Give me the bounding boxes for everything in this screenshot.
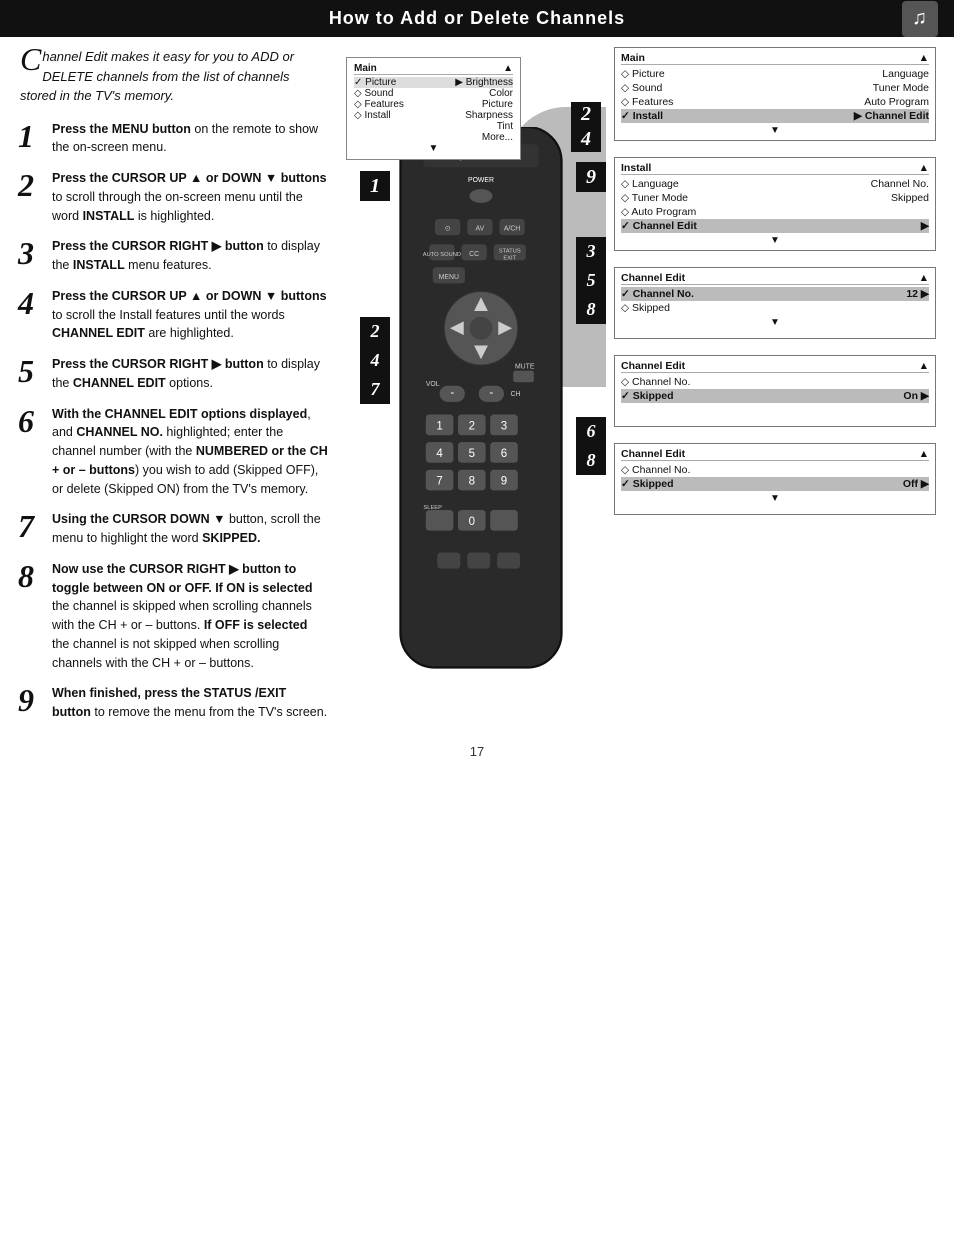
header-icon: ♫ — [902, 1, 938, 37]
menu-header-3: Install▲ — [621, 162, 929, 175]
svg-text:⊙: ⊙ — [445, 226, 451, 233]
svg-text:7: 7 — [436, 476, 442, 488]
step-number-2: 2 — [18, 169, 46, 201]
svg-text:-: - — [489, 387, 493, 399]
menu-header-6: Channel Edit▲ — [621, 448, 929, 461]
step-number-4: 4 — [18, 287, 46, 319]
step-text-6: With the CHANNEL EDIT options displayed,… — [52, 405, 328, 499]
svg-text:STATUS: STATUS — [499, 248, 521, 254]
svg-text:SLEEP: SLEEP — [423, 505, 442, 511]
menu-screen-3: Install▲ ◇ LanguageChannel No. ◇ Tuner M… — [614, 157, 936, 251]
svg-text:6: 6 — [501, 448, 507, 460]
svg-text:1: 1 — [436, 420, 442, 432]
badge-68: 6 8 — [576, 417, 606, 475]
step-text-2: Press the CURSOR UP ▲ or DOWN ▼ buttons … — [52, 169, 328, 225]
header-title: How to Add or Delete Channels — [329, 8, 625, 29]
step-number-1: 1 — [18, 120, 46, 152]
step-number-3: 3 — [18, 237, 46, 269]
menu-screen-5: Channel Edit▲ ◇ Channel No. ✓ SkippedOn … — [614, 355, 936, 427]
svg-text:-: - — [450, 387, 454, 399]
svg-text:AUTO SOUND: AUTO SOUND — [423, 252, 461, 258]
badge-1: 1 — [360, 171, 390, 201]
step-text-7: Using the CURSOR DOWN ▼ but­ton, scroll … — [52, 510, 328, 548]
menu-screen-2: Main▲ ◇ PictureLanguage ◇ SoundTuner Mod… — [614, 47, 936, 141]
svg-text:A/CH: A/CH — [504, 226, 520, 233]
step-number-9: 9 — [18, 684, 46, 716]
step-1: 1 Press the MENU button on the remote to… — [18, 120, 328, 158]
drop-cap: C — [20, 47, 41, 73]
svg-text:CH: CH — [511, 391, 521, 398]
badge-8b: 8 — [587, 450, 596, 471]
svg-text:4: 4 — [436, 448, 443, 460]
badge-4b: 4 — [371, 350, 380, 371]
step-text-1: Press the MENU button on the remote to s… — [52, 120, 328, 158]
step-3: 3 Press the CURSOR RIGHT ▶ but­ton to di… — [18, 237, 328, 275]
badge-5: 5 — [587, 270, 596, 291]
step-number-6: 6 — [18, 405, 46, 437]
svg-text:3: 3 — [501, 420, 507, 432]
intro-paragraph: C hannel Edit makes it easy for you to A… — [18, 47, 328, 106]
badge-3: 3 — [587, 241, 596, 262]
step-text-5: Press the CURSOR RIGHT ▶ but­ton to disp… — [52, 355, 328, 393]
step-text-3: Press the CURSOR RIGHT ▶ but­ton to disp… — [52, 237, 328, 275]
badge-8: 8 — [587, 299, 596, 320]
step-number-7: 7 — [18, 510, 46, 542]
page-footer: 17 — [0, 734, 954, 769]
menu-header-2: Main▲ — [621, 52, 929, 65]
svg-text:MENU: MENU — [439, 274, 459, 281]
badge-4: 4 — [581, 128, 591, 151]
badge-7: 7 — [371, 379, 380, 400]
step-number-5: 5 — [18, 355, 46, 387]
badge-24: 2 4 — [571, 102, 601, 152]
remote-illustration-area: Main▲ ✓ Picture▶ Brightness ◇ SoundColor… — [336, 47, 606, 734]
intro-text: hannel Edit makes it easy for you to ADD… — [20, 49, 294, 103]
svg-text:0: 0 — [469, 516, 475, 528]
svg-text:EXIT: EXIT — [503, 255, 516, 261]
menu-screen-6: Channel Edit▲ ◇ Channel No. ✓ SkippedOff… — [614, 443, 936, 515]
menu-screen-4: Channel Edit▲ ✓ Channel No.12 ▶ ◇ Skippe… — [614, 267, 936, 339]
menu-header-5: Channel Edit▲ — [621, 360, 929, 373]
steps-list: 1 Press the MENU button on the remote to… — [18, 120, 328, 722]
badge-6: 6 — [587, 421, 596, 442]
svg-text:9: 9 — [501, 476, 507, 488]
step-8: 8 Now use the CURSOR RIGHT ▶ button to t… — [18, 560, 328, 673]
svg-text:5: 5 — [469, 448, 475, 460]
badge-2b: 2 — [371, 321, 380, 342]
step-9: 9 When finished, press the STATUS /EXIT … — [18, 684, 328, 722]
svg-text:CC: CC — [469, 251, 479, 258]
step-text-8: Now use the CURSOR RIGHT ▶ button to tog… — [52, 560, 328, 673]
step-4: 4 Press the CURSOR UP ▲ or DOWN ▼ button… — [18, 287, 328, 343]
svg-text:VOL: VOL — [426, 381, 440, 388]
left-column: C hannel Edit makes it easy for you to A… — [18, 47, 328, 734]
svg-text:POWER: POWER — [468, 177, 494, 184]
step-7: 7 Using the CURSOR DOWN ▼ but­ton, scrol… — [18, 510, 328, 548]
svg-text:AV: AV — [476, 226, 485, 233]
step-5: 5 Press the CURSOR RIGHT ▶ but­ton to di… — [18, 355, 328, 393]
menu-header-4: Channel Edit▲ — [621, 272, 929, 285]
badge-358: 3 5 8 — [576, 237, 606, 324]
step-text-4: Press the CURSOR UP ▲ or DOWN ▼ buttons … — [52, 287, 328, 343]
step-number-8: 8 — [18, 560, 46, 592]
svg-text:8: 8 — [469, 476, 475, 488]
step-2: 2 Press the CURSOR UP ▲ or DOWN ▼ button… — [18, 169, 328, 225]
badge-2: 2 — [581, 103, 591, 126]
svg-text:2: 2 — [469, 420, 475, 432]
step-text-9: When finished, press the STATUS /EXIT bu… — [52, 684, 328, 722]
badge-9: 9 — [576, 162, 606, 192]
menu-screens-column: Main▲ ◇ PictureLanguage ◇ SoundTuner Mod… — [614, 47, 936, 734]
page-header: How to Add or Delete Channels ♫ — [0, 0, 954, 37]
badge-247-left: 2 4 7 — [360, 317, 390, 404]
step-6: 6 With the CHANNEL EDIT options displaye… — [18, 405, 328, 499]
svg-text:MUTE: MUTE — [515, 364, 535, 371]
page-number: 17 — [470, 744, 484, 759]
